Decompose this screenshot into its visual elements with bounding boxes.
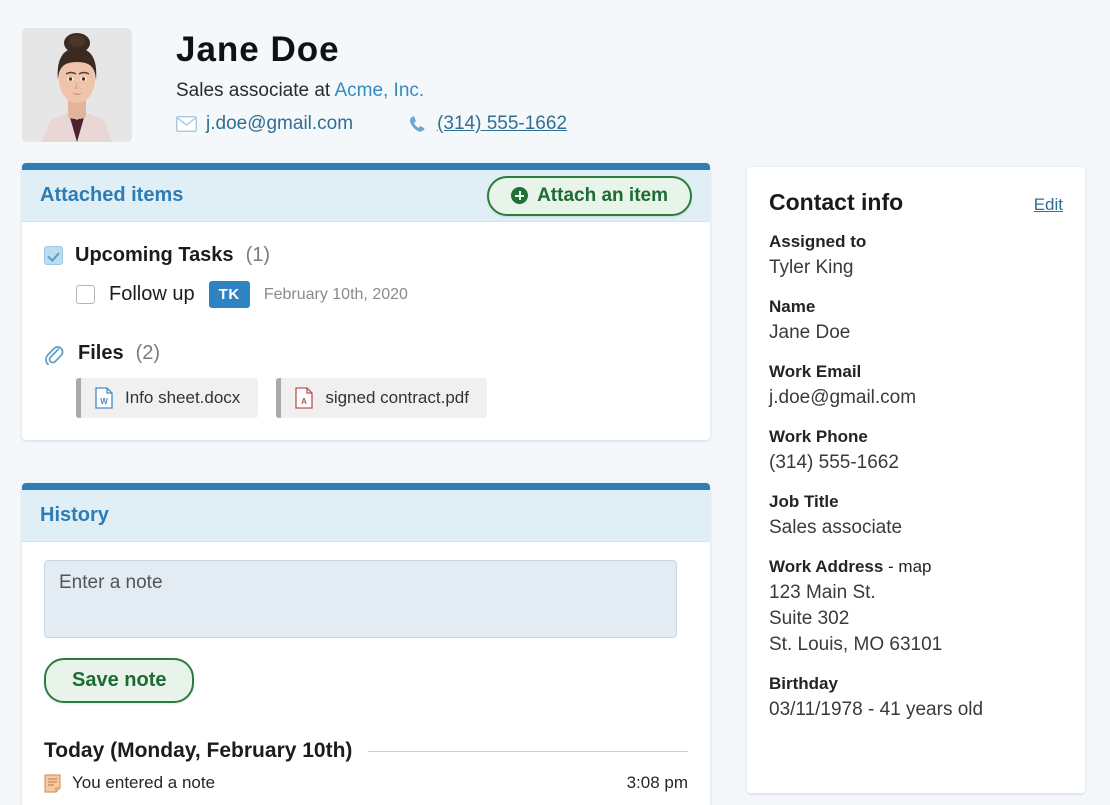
plus-circle-icon — [511, 187, 528, 204]
envelope-icon — [176, 116, 197, 132]
contact-info-card: Contact info Edit Assigned to Tyler King… — [747, 167, 1085, 793]
upcoming-tasks-count: (1) — [246, 244, 270, 267]
attached-items-title: Attached items — [40, 184, 183, 207]
phone-icon — [408, 115, 428, 134]
contact-field-work-email: Work Email j.doe@gmail.com — [769, 362, 1063, 411]
task-assignee-badge: TK — [209, 281, 250, 308]
contact-field-birthday: Birthday 03/11/1978 - 41 years old — [769, 674, 1063, 723]
field-label: Work Phone — [769, 427, 1063, 447]
files-label: Files — [78, 342, 124, 365]
divider-line — [368, 751, 688, 752]
history-entry[interactable]: You entered a note 3:08 pm — [44, 773, 688, 793]
field-label: Birthday — [769, 674, 1063, 694]
field-value: Sales associate — [769, 515, 1063, 541]
upcoming-tasks-label: Upcoming Tasks — [75, 244, 234, 267]
phone-contact[interactable]: (314) 555-1662 — [408, 113, 567, 135]
attach-an-item-button[interactable]: Attach an item — [487, 176, 692, 216]
email-contact[interactable]: j.doe@gmail.com — [176, 113, 353, 135]
field-label: Job Title — [769, 492, 1063, 512]
task-due-date: February 10th, 2020 — [264, 286, 408, 304]
company-link[interactable]: Acme, Inc. — [334, 80, 424, 101]
history-title: History — [40, 504, 109, 527]
history-day-label: Today (Monday, February 10th) — [44, 739, 352, 763]
field-value: Tyler King — [769, 255, 1063, 281]
contact-field-work-phone: Work Phone (314) 555-1662 — [769, 427, 1063, 476]
file-name: Info sheet.docx — [125, 388, 240, 408]
pdf-file-icon: A — [295, 387, 313, 409]
card-accent-bar — [22, 163, 710, 170]
history-card: History Save note Today (Monday, Februar… — [22, 483, 710, 805]
field-value: j.doe@gmail.com — [769, 385, 1063, 411]
task-checkbox[interactable] — [76, 285, 95, 304]
history-body: Save note Today (Monday, February 10th) … — [22, 542, 710, 805]
history-entry-time: 3:08 pm — [627, 773, 688, 793]
avatar — [22, 28, 132, 142]
field-label: Assigned to — [769, 232, 1063, 252]
field-label: Work Address - map — [769, 557, 1063, 577]
field-label: Work Email — [769, 362, 1063, 382]
history-entry-text: You entered a note — [72, 773, 616, 793]
attach-button-label: Attach an item — [537, 185, 668, 207]
file-chip[interactable]: A signed contract.pdf — [276, 378, 487, 418]
contact-field-assigned-to: Assigned to Tyler King — [769, 232, 1063, 281]
map-link[interactable]: - map — [883, 557, 931, 576]
edit-contact-link[interactable]: Edit — [1034, 195, 1063, 215]
svg-text:W: W — [100, 397, 108, 406]
tasks-check-icon — [44, 246, 63, 265]
file-chip[interactable]: W Info sheet.docx — [76, 378, 258, 418]
contact-detail-page: Jane Doe Sales associate at Acme, Inc. j… — [0, 0, 1110, 805]
attached-items-body: Upcoming Tasks (1) Follow up TK February… — [22, 222, 710, 440]
page-title: Jane Doe — [176, 28, 567, 72]
contact-info-header: Contact info Edit — [769, 189, 1063, 216]
field-value: 03/11/1978 - 41 years old — [769, 697, 1063, 723]
field-value: Jane Doe — [769, 320, 1063, 346]
save-note-label: Save note — [72, 669, 166, 692]
field-label: Name — [769, 297, 1063, 317]
profile-header: Jane Doe Sales associate at Acme, Inc. j… — [22, 28, 567, 142]
history-header: History — [22, 490, 710, 542]
profile-subtitle: Sales associate at Acme, Inc. — [176, 78, 567, 104]
files-group: Files (2) — [44, 342, 688, 365]
attached-items-card: Attached items Attach an item Upcoming T… — [22, 163, 710, 440]
card-accent-bar — [22, 483, 710, 490]
contact-field-work-address: Work Address - map 123 Main St. Suite 30… — [769, 557, 1063, 658]
note-icon — [44, 774, 61, 793]
word-file-icon: W — [95, 387, 113, 409]
job-title-text: Sales associate at — [176, 80, 334, 101]
phone-text: (314) 555-1662 — [437, 113, 567, 135]
history-day-divider: Today (Monday, February 10th) — [44, 739, 688, 763]
task-row[interactable]: Follow up TK February 10th, 2020 — [76, 281, 688, 308]
files-count: (2) — [136, 342, 160, 365]
profile-contacts: j.doe@gmail.com (314) 555-1662 — [176, 113, 567, 135]
attached-items-header: Attached items Attach an item — [22, 170, 710, 222]
task-name: Follow up — [109, 283, 195, 306]
svg-text:A: A — [301, 397, 307, 406]
email-text: j.doe@gmail.com — [206, 113, 353, 135]
field-label-text: Work Address — [769, 557, 883, 576]
note-input[interactable] — [44, 560, 677, 638]
contact-field-job-title: Job Title Sales associate — [769, 492, 1063, 541]
file-chip-list: W Info sheet.docx A signed contract.pdf — [76, 378, 688, 418]
profile-text: Jane Doe Sales associate at Acme, Inc. j… — [176, 28, 567, 135]
contact-field-name: Name Jane Doe — [769, 297, 1063, 346]
paperclip-icon — [44, 343, 66, 365]
file-name: signed contract.pdf — [325, 388, 469, 408]
contact-info-title: Contact info — [769, 189, 903, 216]
field-value: (314) 555-1662 — [769, 450, 1063, 476]
upcoming-tasks-group: Upcoming Tasks (1) — [44, 244, 688, 267]
field-value: 123 Main St. Suite 302 St. Louis, MO 631… — [769, 580, 1063, 658]
save-note-button[interactable]: Save note — [44, 658, 194, 703]
